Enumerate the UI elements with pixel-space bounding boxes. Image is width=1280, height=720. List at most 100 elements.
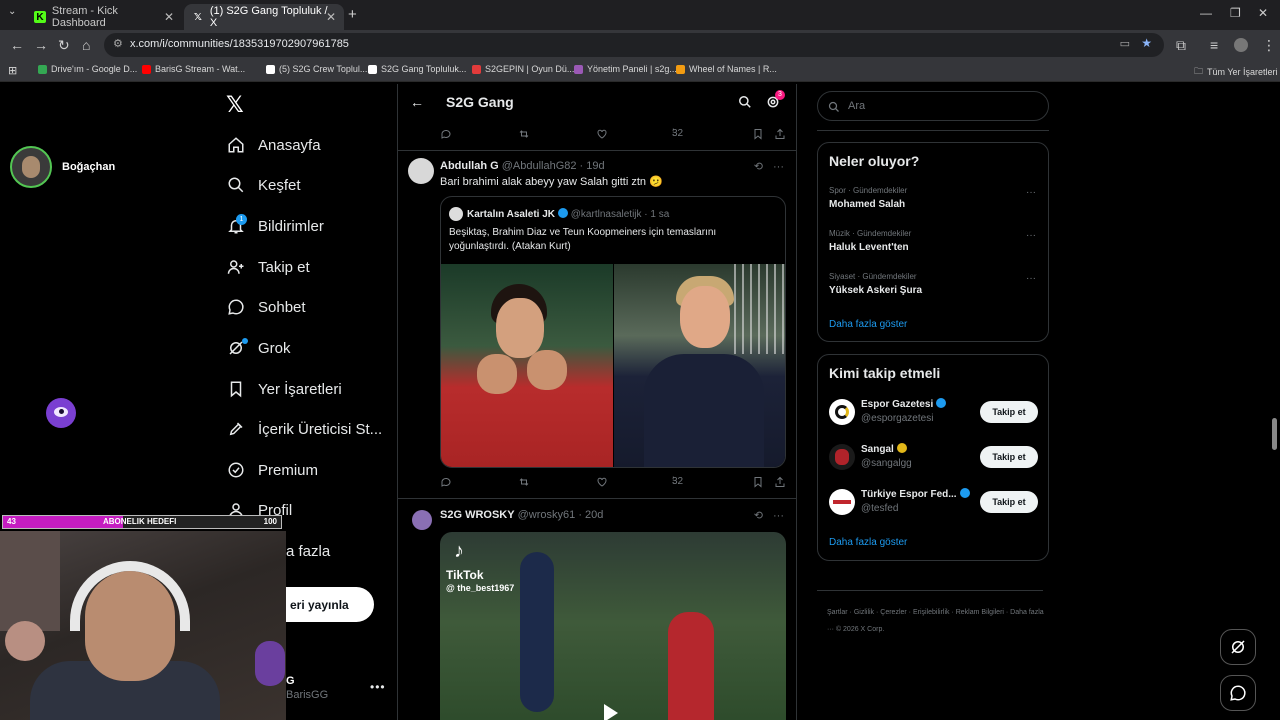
like-icon[interactable] [596, 476, 608, 488]
grok-icon[interactable]: ⟲ [754, 510, 763, 522]
bookmark-icon[interactable] [752, 476, 764, 488]
home-icon[interactable]: ⌂ [82, 37, 90, 53]
bookmark-s2g-crew[interactable]: (5) S2G Crew Toplul... [266, 64, 367, 74]
reply-icon[interactable] [440, 476, 452, 488]
post-button[interactable]: eri yayınla [286, 587, 374, 622]
apps-icon[interactable]: ⊞ [8, 64, 17, 77]
share-icon[interactable] [774, 476, 786, 488]
search-placeholder: Ara [848, 100, 866, 112]
video-player[interactable]: ♪ TikTok @ the_best1967 [440, 532, 786, 720]
grok-fab-icon[interactable] [1220, 629, 1256, 665]
footer-links[interactable]: Şartlar · Gizlilik · Çerezler · Erişileb… [827, 604, 1047, 638]
bookmark-yonetim[interactable]: Yönetim Paneli | s2g... [574, 64, 677, 74]
trend-name[interactable]: Mohamed Salah [829, 199, 905, 210]
search-input[interactable]: Ara [817, 91, 1049, 121]
like-icon[interactable] [596, 128, 608, 140]
share-icon[interactable] [774, 128, 786, 140]
panel-icon [574, 64, 583, 74]
nav-label: Premium [258, 461, 319, 479]
who-to-follow-show-more-link[interactable]: Daha fazla göster [829, 537, 907, 548]
bookmark-icon[interactable] [752, 128, 764, 140]
repost-icon[interactable] [518, 128, 530, 140]
bookmark-wheel[interactable]: Wheel of Names | R... [676, 64, 777, 74]
reply-icon[interactable] [440, 128, 452, 140]
folder-icon: 🗀 [1194, 66, 1204, 76]
account-name[interactable]: Sangal [861, 443, 907, 455]
views-count: 32 [672, 476, 684, 487]
minimize-icon[interactable]: — [1200, 6, 1212, 20]
reload-icon[interactable]: ↻ [58, 37, 70, 54]
back-icon[interactable]: ← [10, 37, 24, 53]
account-name[interactable]: Türkiye Espor Fed... [861, 488, 970, 500]
browser-toolbar: ← → ↻ ⌂ ⚙ x.com/i/communities/1835319702… [0, 30, 1280, 60]
espor-gazetesi-avatar[interactable] [829, 399, 855, 425]
address-bar[interactable]: ⚙ x.com/i/communities/183531970290796178… [104, 33, 1164, 57]
nav-creator-studio[interactable]: İçerik Üreticisi St... [226, 414, 382, 444]
all-bookmarks[interactable]: 🗀 Tüm Yer İşaretleri [1194, 64, 1278, 80]
grok-icon[interactable]: ⟲ [754, 161, 763, 173]
nav-bookmarks[interactable]: Yer İşaretleri [226, 374, 342, 404]
nav-home[interactable]: Anasayfa [226, 130, 321, 160]
post-author[interactable]: Abdullah G [440, 160, 499, 172]
trends-show-more-link[interactable]: Daha fazla göster [829, 319, 907, 330]
extensions-icon[interactable]: ⧉ [1176, 37, 1186, 54]
follow-button[interactable]: Takip et [980, 491, 1038, 513]
more-icon[interactable]: ··· [773, 510, 784, 522]
trend-category: Siyaset · Gündemdekiler [829, 272, 917, 281]
post-author[interactable]: S2G WROSKY [440, 509, 515, 521]
bookmark-youtube[interactable]: BarisG Stream - Wat... [142, 64, 245, 74]
post-avatar[interactable] [412, 510, 432, 530]
trend-name[interactable]: Haluk Levent'ten [829, 242, 909, 253]
photo-koopmeiners[interactable] [614, 264, 785, 467]
tab-kick-dashboard[interactable]: K Stream - Kick Dashboard ✕ [26, 4, 182, 30]
tab-list-icon[interactable]: ⌄ [8, 6, 16, 17]
photo-brahim-diaz[interactable] [441, 264, 613, 467]
tab-x-community[interactable]: 𝕏 (1) S2G Gang Topluluk / X ✕ [184, 4, 344, 30]
messages-fab-icon[interactable] [1220, 675, 1256, 711]
nav-grok[interactable]: Grok [226, 333, 291, 363]
bookmark-s2g-gang[interactable]: S2G Gang Topluluk... [368, 64, 466, 74]
close-icon[interactable]: ✕ [164, 10, 174, 24]
window-close-icon[interactable]: ✕ [1258, 6, 1268, 20]
bookmark-drive[interactable]: Drive'ım - Google D... [38, 64, 137, 74]
more-icon[interactable]: ••• [370, 680, 386, 694]
profile-avatar[interactable] [1234, 38, 1248, 52]
kick-icon: K [34, 11, 46, 23]
follow-button[interactable]: Takip et [980, 446, 1038, 468]
nav-follow[interactable]: Takip et [226, 252, 310, 282]
sangal-avatar[interactable] [829, 444, 855, 470]
page-scrollbar[interactable] [1272, 418, 1277, 450]
tesfed-avatar[interactable] [829, 489, 855, 515]
bookmark-s2gepin[interactable]: S2GEPIN | Oyun Dü... [472, 64, 574, 74]
nav-explore[interactable]: Keşfet [226, 170, 301, 200]
post-avatar[interactable] [408, 158, 434, 184]
tab-title: (1) S2G Gang Topluluk / X [209, 5, 328, 29]
bookmark-label: Yönetim Paneli | s2g... [587, 64, 677, 74]
repost-icon[interactable] [518, 476, 530, 488]
cast-icon[interactable]: ▭ [1120, 37, 1130, 50]
account-name[interactable]: Espor Gazetesi [861, 398, 947, 410]
search-icon[interactable] [738, 95, 752, 114]
quote-avatar [449, 207, 463, 221]
nav-more[interactable]: a fazla [286, 536, 330, 566]
play-icon[interactable] [604, 704, 618, 720]
forward-icon[interactable]: → [34, 37, 48, 53]
nav-chat[interactable]: Sohbet [226, 292, 306, 322]
trend-name[interactable]: Yüksek Askeri Şura [829, 285, 922, 296]
back-arrow-icon[interactable]: ← [410, 94, 424, 110]
reading-list-icon[interactable]: ≡ [1210, 37, 1218, 53]
quoted-post[interactable]: Kartalın Asaleti JK @kartlnasaletijk · 1… [440, 196, 786, 468]
menu-icon[interactable]: ⋮ [1262, 37, 1276, 54]
new-tab-icon[interactable]: + [348, 6, 357, 23]
more-icon[interactable]: ··· [773, 161, 784, 173]
star-icon[interactable]: ★ [1141, 36, 1152, 50]
nav-premium[interactable]: Premium [226, 455, 318, 485]
close-icon[interactable]: ✕ [326, 10, 336, 24]
more-icon[interactable]: ··· [1026, 230, 1036, 241]
site-info-icon[interactable]: ⚙ [113, 37, 123, 50]
more-icon[interactable]: ··· [1026, 187, 1036, 198]
more-icon[interactable]: ··· [1026, 273, 1036, 284]
follow-button[interactable]: Takip et [980, 401, 1038, 423]
x-logo-icon[interactable]: 𝕏 [226, 92, 244, 118]
maximize-icon[interactable]: ❐ [1230, 6, 1241, 20]
